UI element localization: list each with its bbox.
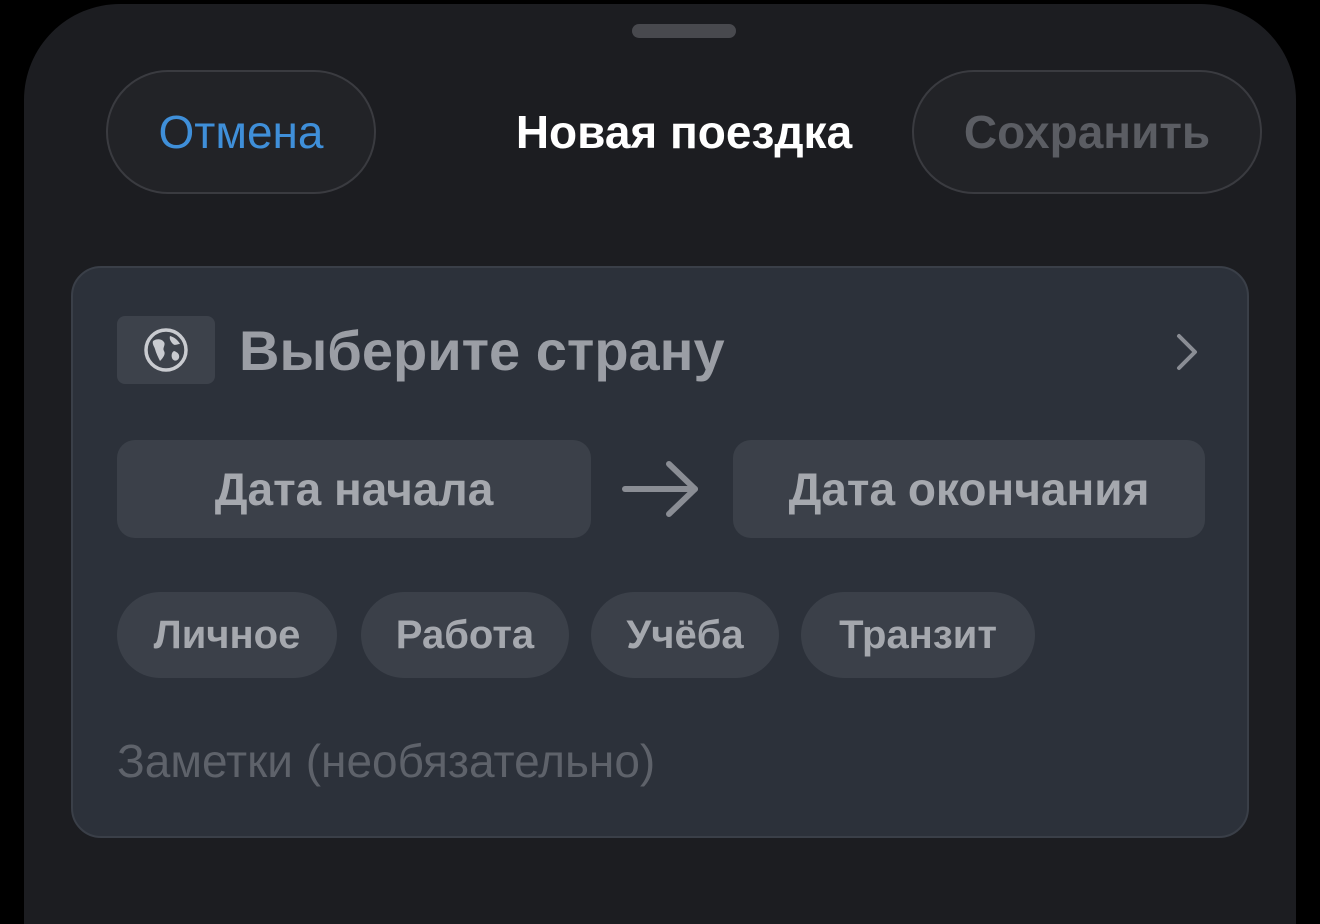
country-selector[interactable]: Выберите страну	[117, 316, 1207, 388]
save-button[interactable]: Сохранить	[912, 70, 1262, 194]
arrow-right-icon	[622, 461, 698, 517]
notes-input[interactable]	[117, 728, 1203, 794]
category-chip-study[interactable]: Учёба	[591, 592, 779, 678]
page-title: Новая поездка	[515, 106, 853, 158]
sheet-grabber[interactable]	[632, 24, 736, 38]
globe-icon	[117, 316, 215, 384]
category-chip-transit[interactable]: Транзит	[801, 592, 1035, 678]
cancel-button[interactable]: Отмена	[106, 70, 376, 194]
chevron-right-icon	[1177, 334, 1197, 370]
start-date-button[interactable]: Дата начала	[117, 440, 591, 538]
end-date-button[interactable]: Дата окончания	[733, 440, 1205, 538]
category-chip-personal[interactable]: Личное	[117, 592, 337, 678]
trip-form-card: Выберите страну Дата начала Дата окончан…	[71, 266, 1249, 838]
category-chip-work[interactable]: Работа	[361, 592, 569, 678]
country-placeholder: Выберите страну	[239, 319, 725, 382]
